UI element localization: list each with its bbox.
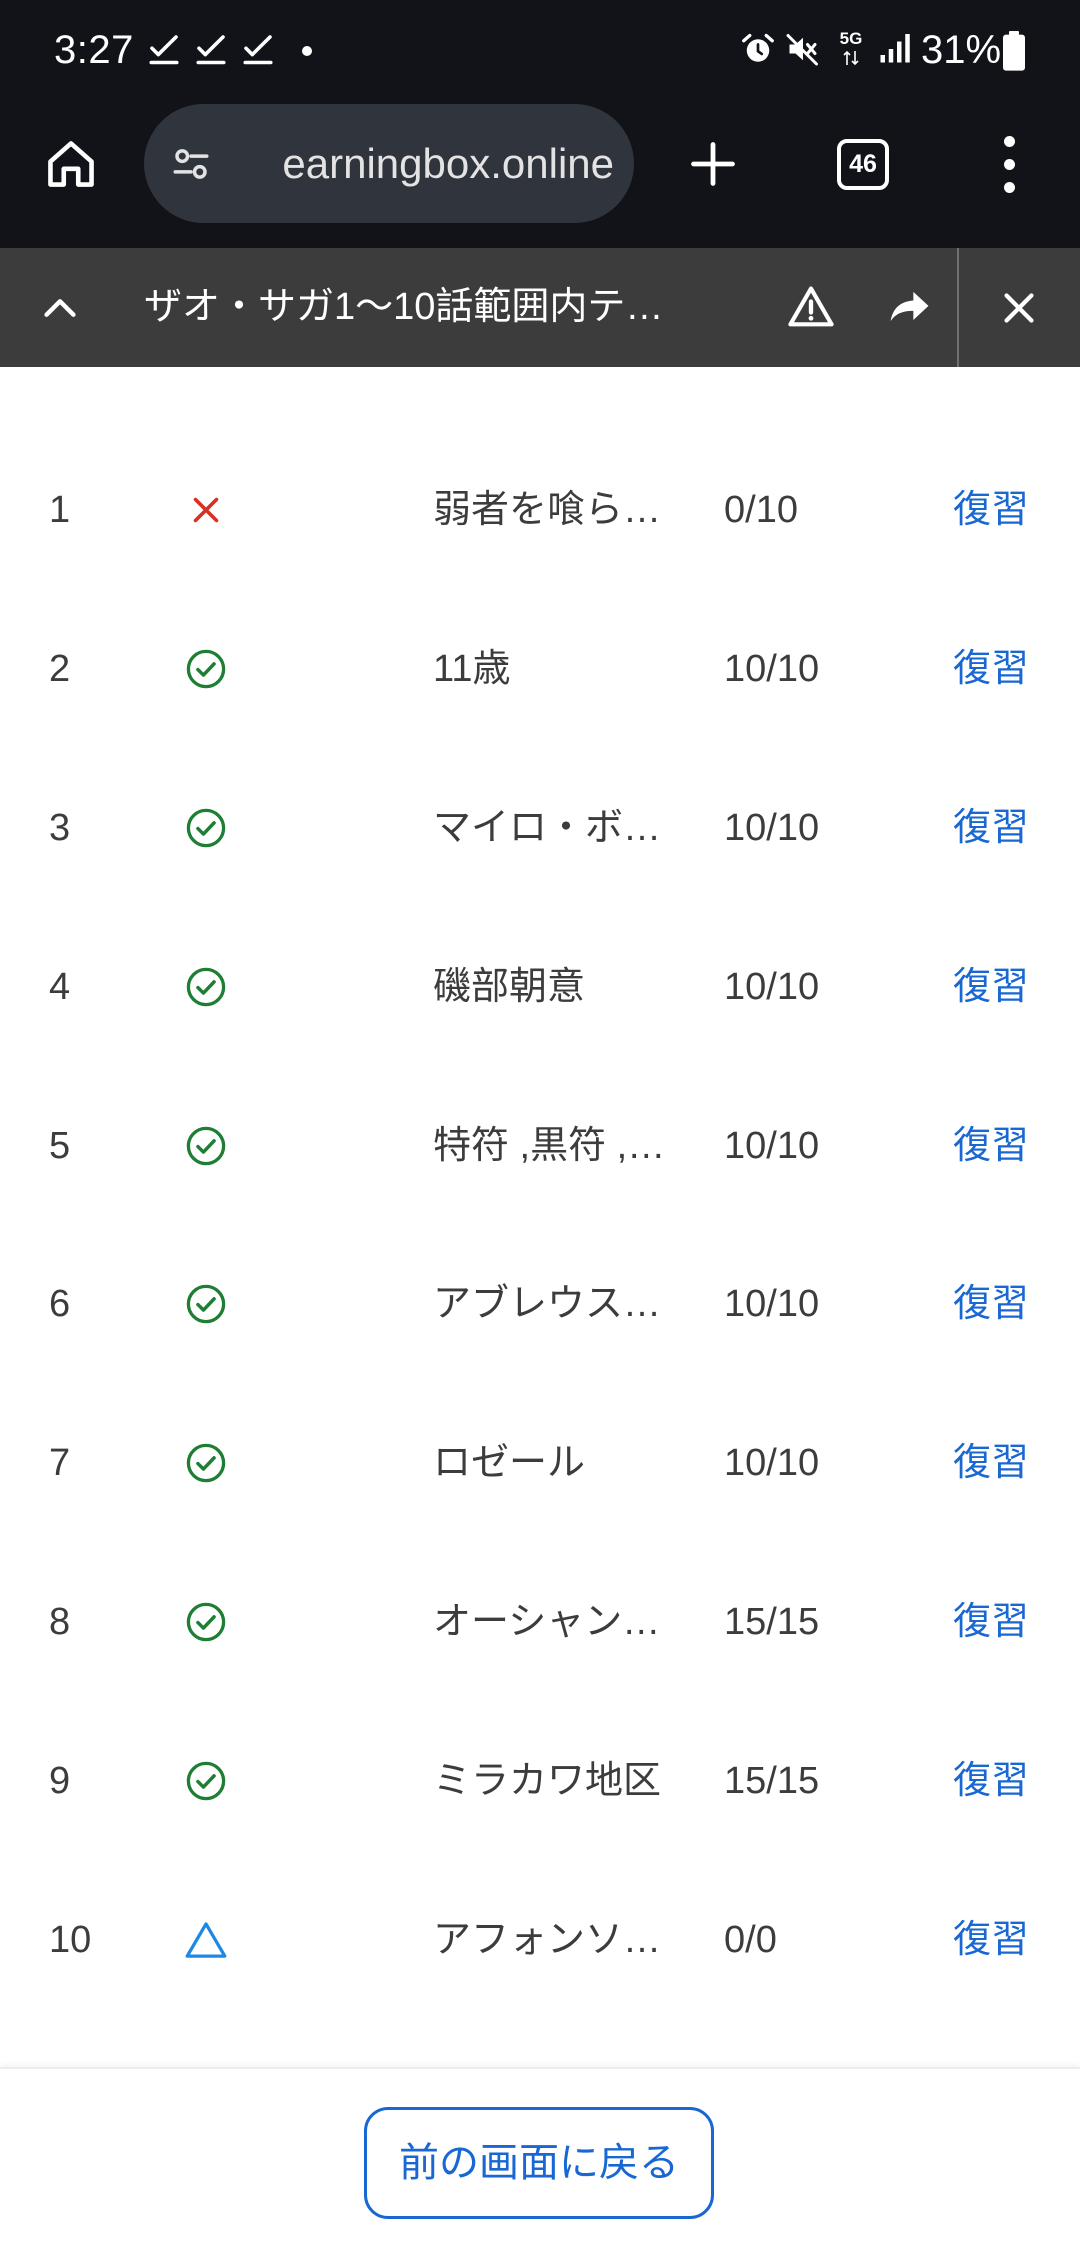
status-bar: 3:27 5G 31% — [0, 0, 1080, 100]
row-title: 磯部朝意 — [433, 965, 586, 1008]
review-link[interactable]: 復習 — [953, 1756, 1029, 1806]
home-icon[interactable] — [42, 135, 100, 193]
row-title: 特符 ,黒符 ,… — [433, 1124, 666, 1167]
table-row: 2 11歳 10/10 復習 — [0, 590, 1080, 749]
check-circle-icon — [184, 1282, 228, 1326]
tune-icon[interactable] — [170, 143, 212, 185]
row-score: 15/15 — [724, 1600, 820, 1643]
table-row: 1 弱者を喰ら… 0/10 復習 — [0, 431, 1080, 590]
table-row: 5 特符 ,黒符 ,… 10/10 復習 — [0, 1066, 1080, 1225]
review-link[interactable]: 復習 — [953, 1121, 1029, 1171]
check-circle-icon — [184, 1441, 228, 1485]
review-link[interactable]: 復習 — [953, 485, 1029, 535]
review-link[interactable]: 復習 — [953, 1279, 1029, 1329]
tab-switcher-icon[interactable]: 46 — [837, 139, 889, 190]
menu-dot — [1004, 182, 1015, 193]
url-fade — [239, 104, 265, 223]
row-title: マイロ・ボ… — [433, 806, 662, 849]
check-circle-icon — [184, 1759, 228, 1803]
row-number: 4 — [49, 965, 71, 1008]
table-row: 4 磯部朝意 10/10 復習 — [0, 907, 1080, 1066]
row-number: 5 — [49, 1124, 71, 1167]
row-number: 2 — [49, 648, 71, 691]
chevron-up-icon[interactable] — [37, 285, 83, 331]
page-title: ザオ・サガ1〜10話範囲内テ… — [144, 286, 664, 328]
review-link[interactable]: 復習 — [953, 1915, 1029, 1965]
row-number: 7 — [49, 1442, 71, 1485]
row-score: 0/0 — [724, 1918, 777, 1961]
warning-icon[interactable] — [785, 281, 837, 333]
review-link[interactable]: 復習 — [953, 644, 1029, 694]
alarm-icon — [742, 33, 774, 62]
table-row: 10 アフォンソ… 0/0 復習 — [0, 1860, 1080, 2019]
table-row: 6 アブレウス… 10/10 復習 — [0, 1225, 1080, 1384]
menu-dot — [1004, 159, 1015, 170]
cross-icon — [188, 492, 224, 528]
check-circle-icon — [184, 806, 228, 850]
network-type-icon: 5G — [836, 30, 866, 70]
check-circle-icon — [184, 1124, 228, 1168]
row-title: 弱者を喰ら… — [433, 489, 662, 532]
close-icon[interactable] — [996, 285, 1042, 331]
row-score: 10/10 — [724, 1283, 820, 1326]
table-row: 7 ロゼール 10/10 復習 — [0, 1384, 1080, 1543]
row-score: 15/15 — [724, 1759, 820, 1802]
check-icon — [196, 35, 226, 65]
review-link[interactable]: 復習 — [953, 962, 1029, 1012]
row-title: アブレウス… — [433, 1283, 662, 1326]
row-number: 6 — [49, 1283, 71, 1326]
check-icon — [149, 35, 179, 65]
table-row: 3 マイロ・ボ… 10/10 復習 — [0, 749, 1080, 908]
results-table: 1 弱者を喰ら… 0/10 復習 2 11歳 10/10 復習 3 マイロ・ボ… 10/10 復習 4 磯… — [0, 431, 1080, 2019]
row-score: 10/10 — [724, 1124, 820, 1167]
battery-percent: 31% — [921, 28, 1002, 72]
signal-icon — [880, 34, 910, 63]
address-bar[interactable]: earningbox.online — [144, 104, 634, 223]
back-button[interactable]: 前の画面に戻る — [364, 2107, 714, 2219]
row-title: ロゼール — [433, 1442, 586, 1485]
check-circle-icon — [184, 647, 228, 691]
dot-icon — [302, 46, 312, 56]
divider — [957, 248, 959, 367]
row-number: 10 — [49, 1918, 92, 1961]
battery-icon — [1003, 31, 1025, 71]
mute-icon — [786, 34, 818, 66]
row-number: 9 — [49, 1759, 71, 1802]
network-type-label: 5G — [839, 29, 863, 48]
row-score: 10/10 — [724, 1442, 820, 1485]
row-number: 8 — [49, 1600, 71, 1643]
url-text-container: earningbox.online — [239, 104, 614, 223]
row-title: ミラカワ地区 — [433, 1759, 662, 1802]
footer: 前の画面に戻る — [0, 2067, 1080, 2241]
browser-toolbar: earningbox.online 46 — [0, 100, 1080, 248]
row-number: 3 — [49, 806, 71, 849]
row-title: アフォンソ… — [433, 1918, 662, 1961]
review-link[interactable]: 復習 — [953, 1438, 1029, 1488]
table-row: 9 ミラカワ地区 15/15 復習 — [0, 1701, 1080, 1860]
review-link[interactable]: 復習 — [953, 803, 1029, 853]
triangle-icon — [183, 1917, 229, 1963]
check-circle-icon — [184, 965, 228, 1009]
custom-tab-bar: ザオ・サガ1〜10話範囲内テ… — [0, 248, 1080, 367]
data-arrows-icon — [843, 50, 859, 66]
row-score: 10/10 — [724, 806, 820, 849]
row-number: 1 — [49, 489, 71, 532]
share-icon[interactable] — [883, 281, 935, 333]
check-circle-icon — [184, 1600, 228, 1644]
row-score: 0/10 — [724, 489, 798, 532]
status-time: 3:27 — [54, 28, 134, 72]
url-text: earningbox.online — [282, 140, 614, 187]
table-row: 8 オーシャン… 15/15 復習 — [0, 1543, 1080, 1702]
review-link[interactable]: 復習 — [953, 1597, 1029, 1647]
check-icon — [243, 35, 273, 65]
menu-dot — [1004, 136, 1015, 147]
row-title: オーシャン… — [433, 1600, 661, 1643]
row-score: 10/10 — [724, 648, 820, 691]
row-title: 11歳 — [433, 648, 511, 691]
plus-icon[interactable] — [687, 138, 739, 190]
row-score: 10/10 — [724, 965, 820, 1008]
